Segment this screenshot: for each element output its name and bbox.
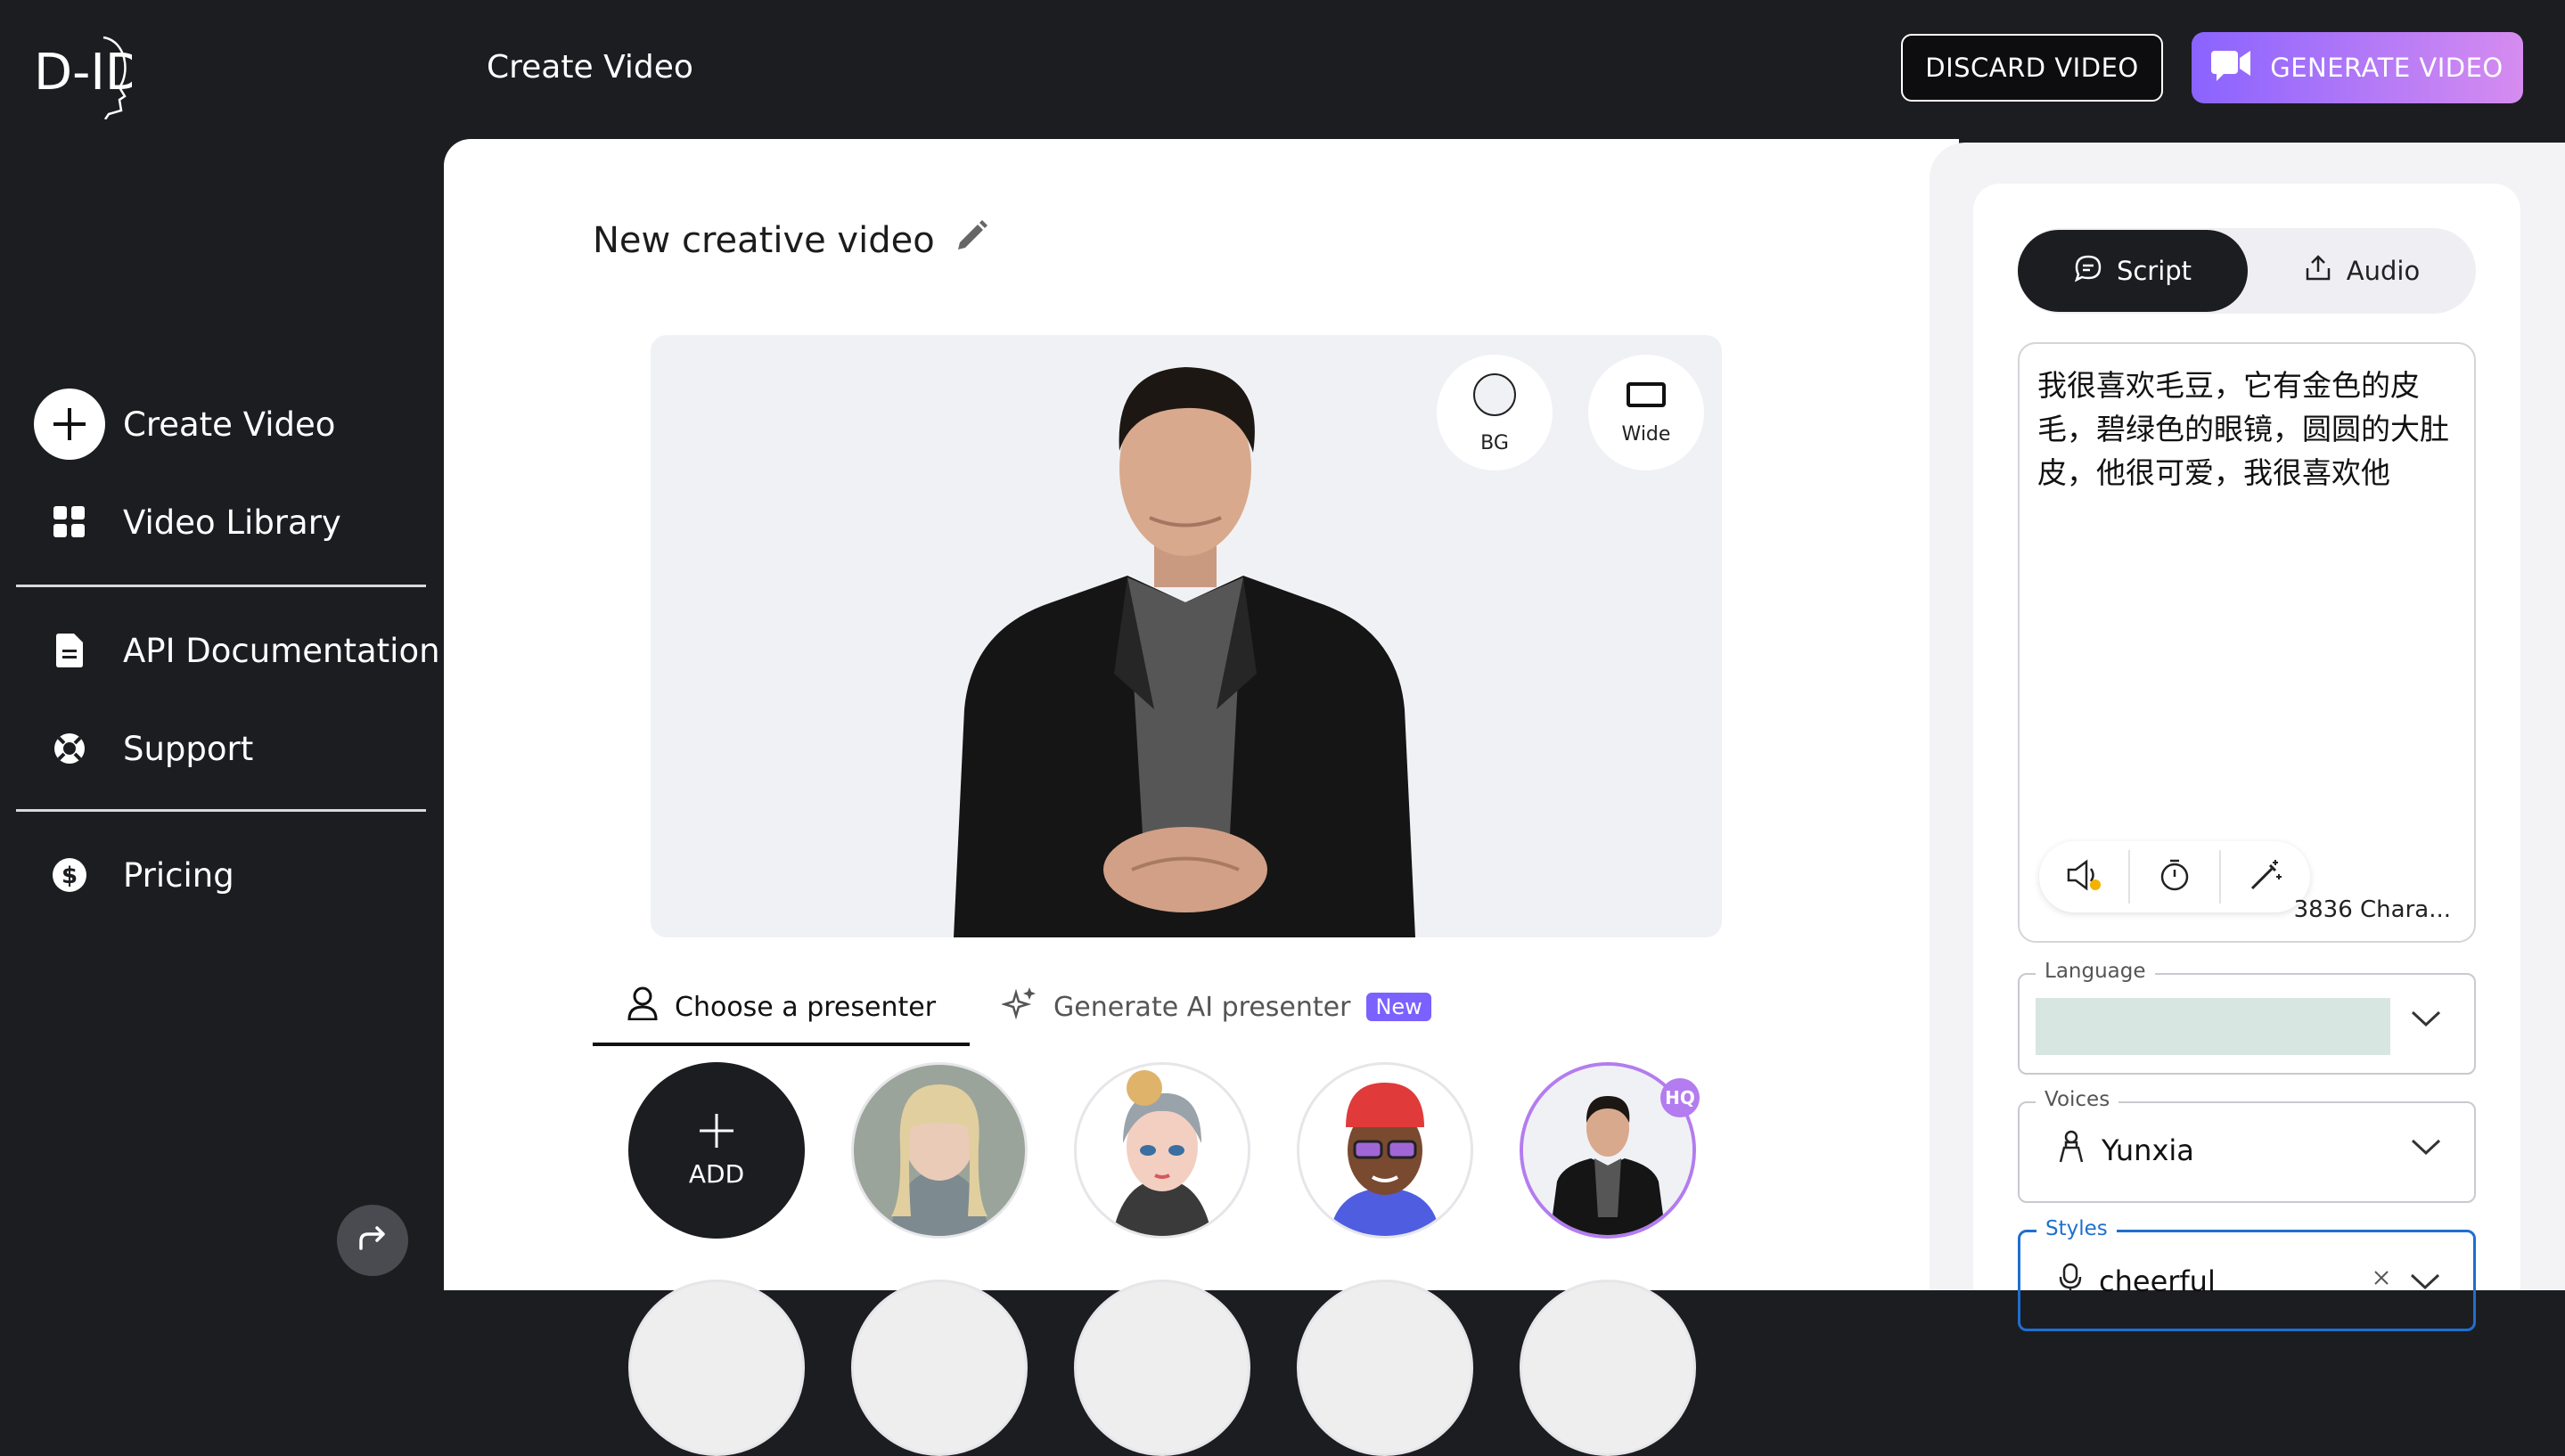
presenter-preview-image [954, 367, 1415, 937]
presenter-option[interactable] [851, 1280, 1028, 1456]
sidebar-item-video-library[interactable]: Video Library [34, 487, 341, 558]
background-button-label: BG [1480, 431, 1509, 454]
sidebar-item-support[interactable]: Support [34, 713, 253, 784]
sidebar-divider [16, 809, 426, 812]
script-textarea[interactable]: 我很喜欢毛豆，它有金色的皮毛，碧绿色的眼镜，圆圆的大肚皮，他很可爱，我很喜欢他 … [2018, 342, 2476, 943]
video-title-text: New creative video [593, 220, 935, 261]
hq-badge: HQ [1660, 1078, 1700, 1117]
style-value[interactable]: cheerful [2099, 1264, 2216, 1298]
grid-icon [34, 487, 105, 558]
pencil-icon[interactable] [955, 219, 988, 262]
language-select[interactable]: Language [2018, 960, 2476, 1075]
presenter-option[interactable] [1297, 1062, 1473, 1239]
voice-person-icon [2057, 1130, 2086, 1171]
presenter-option[interactable] [1297, 1280, 1473, 1456]
collapse-sidebar-button[interactable] [337, 1205, 408, 1276]
sidebar-item-label: Create Video [123, 405, 336, 444]
chevron-down-icon [2410, 1137, 2442, 1160]
video-title[interactable]: New creative video [593, 219, 988, 262]
presenter-option[interactable] [628, 1280, 805, 1456]
wide-button[interactable]: Wide [1588, 355, 1704, 470]
upload-icon [2304, 254, 2332, 289]
tab-choose-presenter-label: Choose a presenter [675, 991, 937, 1023]
voices-select[interactable]: Voices Yunxia [2018, 1088, 2476, 1203]
discard-video-button[interactable]: DISCARD VIDEO [1901, 34, 2163, 102]
chat-bubble-icon [2074, 254, 2102, 289]
circle-icon [1471, 372, 1518, 423]
user-icon [627, 986, 659, 1027]
add-presenter-label: ADD [688, 1159, 745, 1189]
voices-label: Voices [2036, 1088, 2119, 1111]
tab-script[interactable]: Script [2018, 230, 2248, 312]
new-badge: New [1366, 993, 1431, 1021]
magic-wand-icon [2249, 858, 2282, 896]
tab-generate-ai-presenter[interactable]: Generate AI presenter New [1000, 971, 1465, 1043]
voice-value: Yunxia [2102, 1133, 2194, 1167]
svg-text:$: $ [61, 863, 78, 889]
sidebar-item-label: Video Library [123, 503, 341, 542]
video-preview-stage: BG Wide [651, 335, 1722, 937]
script-audio-toggle: Script Audio [2018, 228, 2476, 314]
lifebuoy-icon [34, 713, 105, 784]
discard-video-label: DISCARD VIDEO [1925, 53, 2139, 83]
presenter-option[interactable] [851, 1062, 1028, 1239]
add-presenter-button[interactable]: ADD [628, 1062, 805, 1239]
stopwatch-icon [2159, 858, 2191, 896]
sidebar-item-create-video[interactable]: Create Video [34, 389, 335, 460]
dollar-icon: $ [34, 839, 105, 911]
styles-select[interactable]: Styles cheerful [2018, 1217, 2476, 1331]
rectangle-icon [1626, 380, 1667, 414]
sparkle-icon [1000, 986, 1037, 1028]
sidebar-divider [16, 585, 426, 587]
sidebar-item-pricing[interactable]: $ Pricing [34, 839, 234, 911]
presenter-option[interactable] [1520, 1280, 1696, 1456]
sidebar-item-label: API Documentation [123, 631, 440, 670]
page-title: Create Video [487, 49, 693, 86]
tab-audio-label: Audio [2346, 256, 2421, 286]
d-id-logo[interactable]: D-ID [34, 34, 143, 120]
logo-text: D-ID [34, 44, 132, 102]
sidebar-item-label: Pricing [123, 855, 234, 895]
tab-choose-presenter[interactable]: Choose a presenter [593, 971, 971, 1046]
generate-video-label: GENERATE VIDEO [2270, 53, 2504, 83]
speaker-icon [2065, 858, 2102, 896]
clear-icon[interactable] [2373, 1270, 2389, 1289]
voice-preview-button[interactable] [2039, 850, 2128, 904]
video-camera-icon [2211, 49, 2251, 87]
document-icon [34, 615, 105, 686]
plus-icon [698, 1112, 735, 1156]
language-value-redacted [2036, 998, 2390, 1055]
styles-label: Styles [2036, 1217, 2117, 1240]
presenter-tabs: Choose a presenter Generate AI presenter… [593, 971, 1465, 1046]
script-toolbar [2039, 841, 2310, 912]
magic-wand-button[interactable] [2221, 850, 2310, 904]
plus-icon [34, 389, 105, 460]
presenter-option[interactable] [1074, 1280, 1250, 1456]
pause-timer-button[interactable] [2130, 850, 2219, 904]
chevron-down-icon [2410, 1009, 2442, 1032]
chevron-down-icon [2409, 1272, 2441, 1295]
tab-script-label: Script [2116, 256, 2192, 286]
character-count: 3836 Chara... [2293, 896, 2451, 923]
language-label: Language [2036, 960, 2155, 983]
background-button[interactable]: BG [1437, 355, 1553, 470]
sidebar-item-api-documentation[interactable]: API Documentation [34, 615, 440, 686]
tab-audio[interactable]: Audio [2248, 230, 2476, 312]
redo-arrow-icon [357, 1225, 388, 1256]
script-text[interactable]: 我很喜欢毛豆，它有金色的皮毛，碧绿色的眼镜，圆圆的大肚皮，他很可爱，我很喜欢他 [2037, 364, 2456, 495]
presenter-option[interactable] [1074, 1062, 1250, 1239]
tab-generate-ai-presenter-label: Generate AI presenter [1053, 991, 1351, 1023]
sidebar-item-label: Support [123, 729, 254, 768]
microphone-icon [2058, 1263, 2083, 1300]
wide-button-label: Wide [1621, 422, 1671, 446]
generate-video-button[interactable]: GENERATE VIDEO [2192, 32, 2523, 103]
